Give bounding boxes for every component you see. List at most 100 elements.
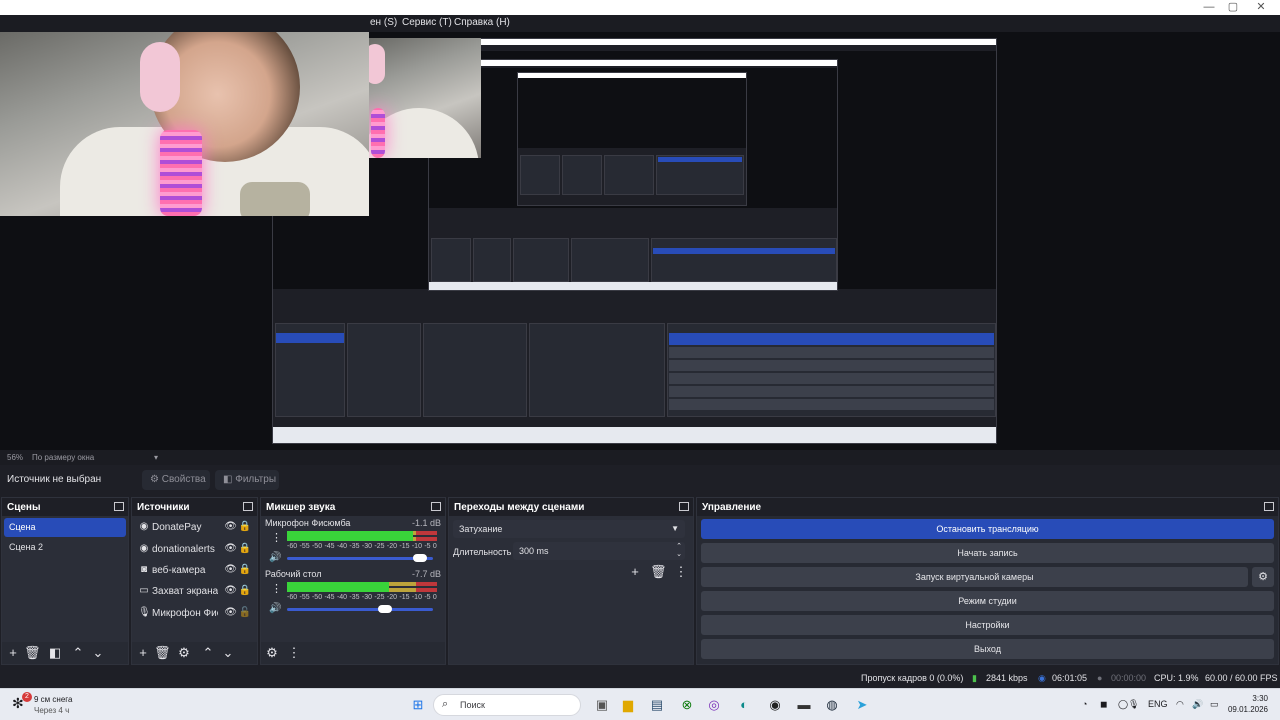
tray-icon[interactable]: ◼: [1100, 699, 1107, 710]
microphone-icon[interactable]: 🎙: [1128, 699, 1139, 710]
scenes-dock: Сцены Сцена Сцена 2 + 🗑 ◧ ⌃ ⌄: [1, 497, 129, 665]
settings-button[interactable]: Настройки: [701, 615, 1274, 635]
steam-icon[interactable]: ◍: [822, 695, 842, 715]
spin-arrows-icon[interactable]: ⌃ ⌄: [676, 543, 682, 559]
eye-icon[interactable]: 👁: [224, 543, 237, 554]
menu-item-scene[interactable]: ен (S): [370, 17, 397, 28]
tray-icon[interactable]: ◔: [1082, 699, 1087, 709]
windows-start-icon[interactable]: ⊞: [408, 695, 428, 715]
clock[interactable]: 3:30 09.01.2026: [1228, 693, 1268, 715]
meter-tick-label: -60: [287, 594, 298, 601]
gear-icon[interactable]: ⚙: [1252, 567, 1274, 587]
meter-red-zone: [416, 531, 437, 535]
chevron-up-icon[interactable]: ⌃: [70, 645, 86, 661]
undock-icon[interactable]: [114, 502, 124, 511]
menu-item-tools[interactable]: Сервис (T): [402, 17, 452, 28]
source-item[interactable]: ◉ donationalerts 👁 🔒: [134, 540, 255, 560]
transition-selected: Затухание: [459, 524, 503, 534]
volume-slider[interactable]: [287, 557, 433, 560]
trash-icon[interactable]: 🗑: [24, 645, 41, 661]
kebab-menu-icon[interactable]: ⋮: [673, 564, 689, 580]
filter-icon[interactable]: ◧: [47, 645, 63, 661]
meter-tick-label: -40: [336, 543, 348, 550]
volume-slider-knob[interactable]: [378, 605, 393, 613]
taskbar-search[interactable]: ⌕ Поиск: [433, 694, 581, 716]
app-icon[interactable]: ◎: [704, 695, 724, 715]
scene-item[interactable]: Сцена: [4, 518, 126, 537]
exit-button[interactable]: Выход: [701, 639, 1274, 659]
add-icon[interactable]: +: [627, 564, 643, 580]
telegram-icon[interactable]: ➤: [852, 695, 872, 715]
preview-zoom-bar: 56% По размеру окна ▾: [0, 450, 1280, 465]
undock-icon[interactable]: [1264, 502, 1274, 511]
eye-icon[interactable]: 👁: [224, 521, 237, 532]
meter-red-zone: [416, 582, 437, 586]
gear-icon[interactable]: ⚙: [176, 645, 192, 661]
lock-icon[interactable]: 🔒: [239, 585, 251, 596]
close-button[interactable]: ✕: [1248, 0, 1274, 15]
chevron-down-icon[interactable]: ⌄: [90, 645, 106, 661]
undock-icon[interactable]: [431, 502, 441, 511]
volume-slider[interactable]: [287, 608, 433, 611]
kebab-menu-icon[interactable]: ⋮: [271, 531, 282, 544]
zoom-level[interactable]: 56%: [7, 453, 23, 462]
xbox-icon[interactable]: ⊗: [677, 695, 697, 715]
chevron-down-icon[interactable]: ⌄: [220, 645, 236, 661]
source-item[interactable]: 🎙 Микрофон Фиск 👁 🔓: [134, 604, 255, 624]
channel-db: -7.7 dB: [411, 569, 441, 579]
zoom-mode-dropdown-icon[interactable]: ▾: [154, 453, 158, 462]
meter-tick-label: -55: [299, 543, 310, 550]
lock-icon[interactable]: 🔒: [239, 564, 251, 575]
duration-value: 300 ms: [519, 546, 549, 556]
maximize-button[interactable]: ▢: [1220, 0, 1246, 15]
speaker-icon[interactable]: 🔊: [269, 552, 281, 563]
virtual-camera-button[interactable]: Запуск виртуальной камеры: [701, 567, 1248, 587]
eye-icon[interactable]: 👁: [224, 585, 237, 596]
mixer-dock: Микшер звука Микрофон Фисюмба -1.1 dB ⋮ …: [260, 497, 446, 665]
source-item[interactable]: ▭ Захват экрана 👁 🔒: [134, 582, 255, 602]
wifi-icon[interactable]: ◠: [1176, 699, 1184, 710]
stop-stream-button[interactable]: Остановить трансляцию: [701, 519, 1274, 539]
trash-icon[interactable]: 🗑: [650, 564, 667, 580]
preview-canvas[interactable]: [0, 32, 1280, 450]
start-record-button[interactable]: Начать запись: [701, 543, 1274, 563]
tray-icon[interactable]: ◯: [1118, 699, 1128, 710]
eye-icon[interactable]: 👁: [224, 564, 237, 575]
trash-icon[interactable]: 🗑: [154, 645, 171, 661]
unlock-icon[interactable]: 🔓: [239, 607, 251, 618]
transition-select[interactable]: Затухание ▼: [453, 520, 685, 538]
app-icon[interactable]: ▬: [794, 695, 814, 715]
chevron-up-icon[interactable]: ⌃: [200, 645, 216, 661]
scene-item[interactable]: Сцена 2: [4, 538, 126, 557]
lock-icon[interactable]: 🔒: [239, 543, 251, 554]
minimize-button[interactable]: —: [1196, 0, 1222, 15]
add-icon[interactable]: +: [5, 645, 21, 661]
studio-mode-button[interactable]: Режим студии: [701, 591, 1274, 611]
undock-icon[interactable]: [243, 502, 253, 511]
lock-icon[interactable]: 🔒: [239, 521, 251, 532]
kebab-menu-icon[interactable]: ⋮: [286, 645, 302, 661]
file-explorer-icon[interactable]: ▆: [618, 695, 638, 715]
advanced-audio-icon[interactable]: ⚙: [264, 645, 280, 661]
task-view-icon[interactable]: ▣: [592, 695, 612, 715]
duration-field[interactable]: 300 ms ⌃ ⌄: [513, 542, 685, 560]
zoom-mode[interactable]: По размеру окна: [32, 453, 94, 462]
kebab-menu-icon[interactable]: ⋮: [271, 582, 282, 595]
menu-item-help[interactable]: Справка (H): [454, 17, 510, 28]
obs-icon[interactable]: ◉: [765, 695, 785, 715]
source-item[interactable]: ◉ DonatePay 👁 🔒: [134, 518, 255, 538]
properties-button[interactable]: ⚙ Свойства: [142, 470, 210, 490]
filters-button[interactable]: ◧ Фильтры: [215, 470, 279, 490]
language-indicator[interactable]: ENG: [1148, 699, 1168, 709]
source-item[interactable]: ◙ веб-камера 👁 🔒: [134, 561, 255, 581]
volume-slider-knob[interactable]: [413, 554, 428, 562]
edge-icon[interactable]: ◐: [734, 695, 754, 715]
meter-tick-label: -5: [424, 594, 431, 601]
eye-icon[interactable]: 👁: [224, 607, 237, 618]
volume-icon[interactable]: 🔊: [1192, 699, 1203, 710]
battery-icon[interactable]: ▭: [1210, 699, 1219, 710]
speaker-icon[interactable]: 🔊: [269, 603, 281, 614]
add-icon[interactable]: +: [135, 645, 151, 661]
undock-icon[interactable]: [679, 502, 689, 511]
app-icon[interactable]: ▤: [647, 695, 667, 715]
